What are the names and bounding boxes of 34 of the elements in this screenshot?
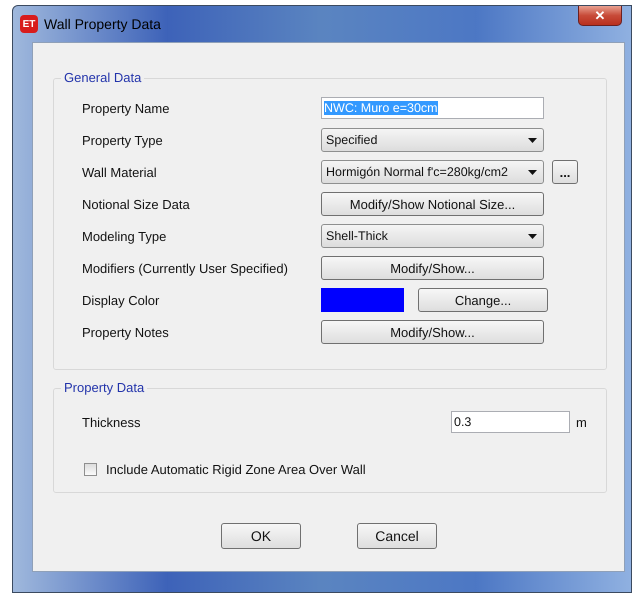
dropdown-value: Shell-Thick — [326, 229, 389, 243]
dropdown-arrow-icon — [528, 234, 537, 238]
field-label: Modifiers (Currently User Specified) — [82, 260, 289, 276]
checkbox[interactable] — [84, 463, 97, 476]
dropdown[interactable]: Hormigón Normal f'c=280kg/cm2 — [321, 160, 544, 184]
dialog-button[interactable]: Cancel — [357, 523, 437, 549]
field-label: Notional Size Data — [82, 196, 191, 212]
dropdown-value: Specified — [326, 133, 378, 147]
action-button[interactable]: Modify/Show... — [321, 320, 544, 344]
field-label: Property Type — [82, 132, 164, 148]
ellipsis-button[interactable]: ... — [552, 160, 578, 184]
field-label: Property Notes — [82, 324, 170, 340]
field-label: Thickness — [82, 414, 141, 430]
unit-label: m — [576, 414, 588, 430]
change-button[interactable]: Change... — [418, 288, 548, 312]
dropdown-arrow-icon — [528, 138, 537, 142]
app-logo: ET — [20, 15, 38, 33]
dropdown[interactable]: Shell-Thick — [321, 224, 544, 248]
dropdown[interactable]: Specified — [321, 128, 544, 152]
dialog-button[interactable]: OK — [221, 523, 301, 549]
close-button[interactable]: ✕ — [578, 6, 622, 26]
thickness-field[interactable]: 0.3 — [451, 411, 570, 433]
field-label: Display Color — [82, 292, 160, 308]
dropdown-value: Hormigón Normal f'c=280kg/cm2 — [326, 165, 509, 179]
action-button[interactable]: Modify/Show Notional Size... — [321, 192, 544, 216]
checkbox-label: Include Automatic Rigid Zone Area Over Wall — [106, 462, 366, 477]
field-label: Property Name — [82, 100, 170, 116]
dropdown-arrow-icon — [528, 170, 537, 174]
group-title: Property Data — [61, 380, 148, 395]
field-label: Modeling Type — [82, 228, 168, 244]
field-label: Wall Material — [82, 164, 158, 180]
action-button[interactable]: Modify/Show... — [321, 256, 544, 280]
window-title: Wall Property Data — [44, 16, 161, 32]
group-title: General Data — [61, 70, 144, 85]
